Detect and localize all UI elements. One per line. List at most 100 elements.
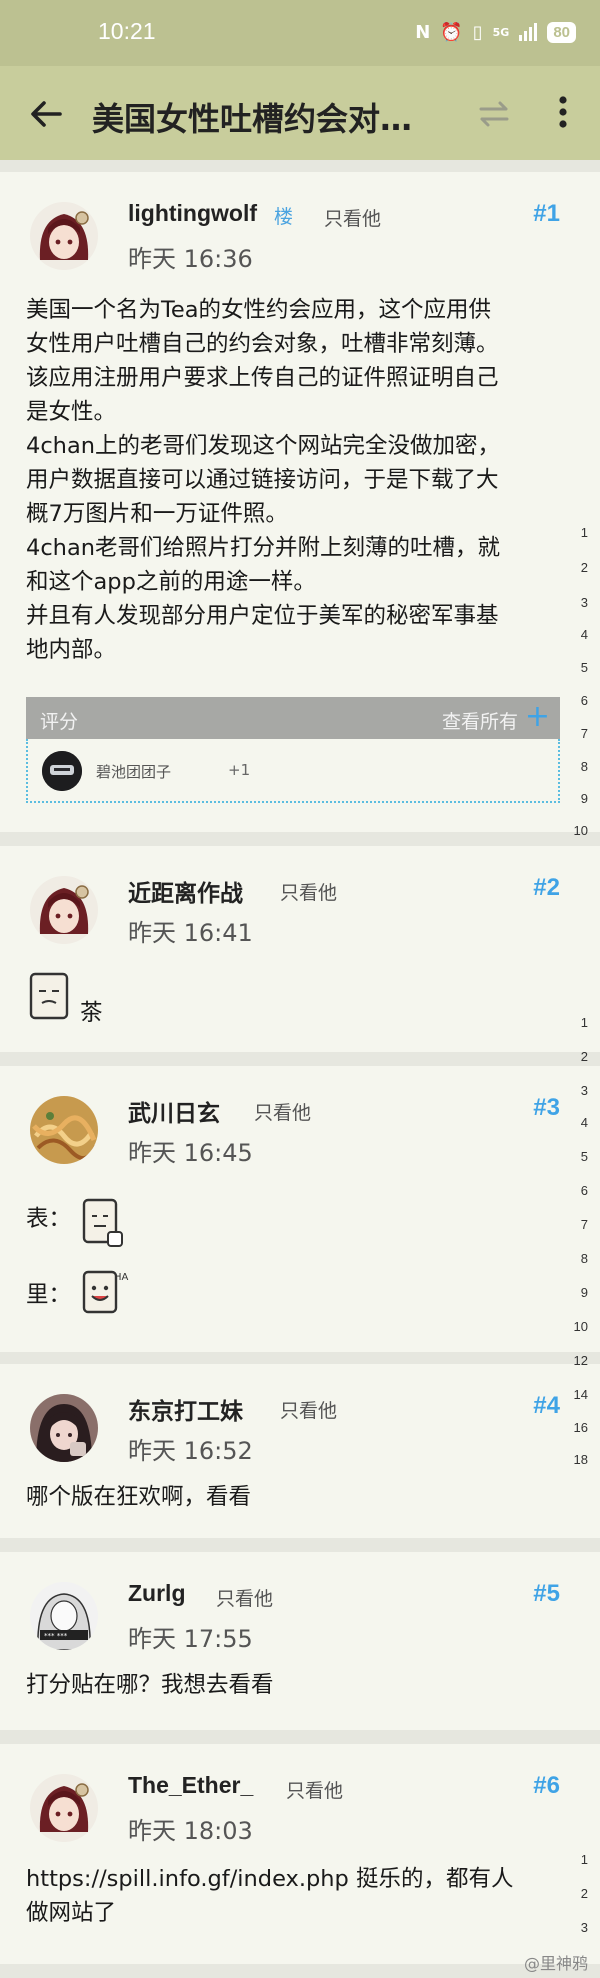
user-avatar-icon [30,876,98,944]
rater-name[interactable]: 碧池团团子 [96,761,171,782]
only-him-button[interactable]: 只看他 [286,1776,343,1803]
side-number: 10 [573,823,588,838]
floor-number: #5 [533,1580,560,1607]
username[interactable]: Zurlg [128,1580,186,1607]
post-time: 昨天 18:03 [128,1817,253,1845]
status-icons: N ⏰ ▯ 5G 80 [415,18,576,46]
avatar[interactable] [30,1394,98,1462]
back-arrow-icon [31,101,62,127]
user-avatar-icon [30,1774,98,1842]
side-number: 14 [573,1387,588,1402]
avatar[interactable] [30,1774,98,1842]
side-number: 18 [573,1452,588,1467]
side-number: 2 [580,560,588,575]
username[interactable]: 近距离作战 [128,874,243,908]
side-number: 3 [580,595,588,610]
surface-label: 表： [26,1206,72,1232]
swap-button[interactable] [476,96,512,132]
side-number: 6 [580,1183,588,1198]
more-vertical-icon [559,96,567,128]
svg-text:*** ***: *** *** [44,1632,68,1640]
side-line-numbers: 1 2 3 [568,1852,588,1952]
user-avatar-icon [30,1394,98,1462]
side-number: 12 [573,1353,588,1368]
only-him-button[interactable]: 只看他 [280,878,337,905]
floor-number: #6 [533,1772,560,1799]
username[interactable]: 武川日玄 [128,1094,220,1128]
post-content: 美国一个名为Tea的女性约会应用，这个应用供 女性用户吐槽自己的约会对象，吐槽非… [26,293,500,667]
swap-icon [479,101,509,127]
content-line: 4chan上的老哥们发现这个网站完全没做加密， [26,433,500,459]
username[interactable]: lightingwolf [128,200,257,227]
floor-number: #4 [533,1392,560,1419]
only-him-button[interactable]: 只看他 [324,204,381,231]
content-line: 是女性。 [26,399,117,425]
side-number: 10 [573,1319,588,1334]
avatar[interactable] [30,202,98,270]
content-line: 地内部。 [26,637,117,663]
avatar[interactable] [30,876,98,944]
post-time: 昨天 16:41 [128,919,253,947]
content-line: 和这个app之前的用途一样。 [26,569,316,595]
only-him-button[interactable]: 只看他 [280,1396,337,1423]
content-line: https://spill.info.gf/index.php 挺乐的，都有人 [26,1866,514,1892]
content-line: 美国一个名为Tea的女性约会应用，这个应用供 [26,297,492,323]
avatar[interactable]: *** *** [30,1582,98,1650]
page-title: 美国女性吐槽约会对… [92,100,413,138]
content-line: 用户数据直接可以通过链接访问，于是下载了大 [26,467,499,493]
side-number: 5 [580,660,588,675]
post-6: The_Ether_ 只看他 昨天 18:03 #6 https://spill… [0,1744,600,1964]
side-number: 6 [580,693,588,708]
battery-icon: 80 [547,21,576,43]
side-number: 4 [580,1115,588,1130]
side-number: 8 [580,1251,588,1266]
post-time: 昨天 16:52 [128,1437,253,1465]
post-3: 武川日玄 只看他 昨天 16:45 #3 表： 里： HA [0,1066,600,1352]
sticker-face-icon [80,1196,126,1256]
floor-number: #3 [533,1094,560,1121]
ratings-label: 评分 [40,711,79,733]
side-number: 2 [580,1886,588,1901]
post-4: 东京打工妹 只看他 昨天 16:52 #4 哪个版在狂欢啊，看看 [0,1364,600,1538]
alarm-icon: ⏰ [440,21,463,43]
content-line: 做网站了 [26,1900,117,1926]
only-him-button[interactable]: 只看他 [216,1584,273,1611]
side-line-numbers: 1 2 3 4 5 6 7 8 9 10 [568,525,588,840]
post-content: 哪个版在狂欢啊，看看 [26,1484,252,1510]
content-line: 4chan老哥们给照片打分并附上刻薄的吐槽，就 [26,535,500,561]
vibrate-icon: ▯ [472,21,483,43]
post-content: 打分贴在哪？我想去看看 [26,1672,274,1698]
status-bar: 10:21 N ⏰ ▯ 5G 80 [0,0,600,66]
avatar[interactable] [30,1096,98,1164]
side-number: 1 [580,525,588,540]
side-number: 3 [580,1920,588,1935]
username[interactable]: 东京打工妹 [128,1392,243,1426]
content-line: 该应用注册用户要求上传自己的证件照证明自己 [26,365,499,391]
username[interactable]: The_Ether_ [128,1772,253,1799]
content-line: 女性用户吐槽自己的约会对象，吐槽非常刻薄。 [26,331,499,357]
network-label: 5G [492,25,510,39]
side-line-numbers: 1 2 3 4 5 6 7 8 9 10 12 14 16 18 [568,1015,588,1467]
side-number: 8 [580,759,588,774]
post-time: 昨天 16:36 [128,245,253,273]
manga-avatar-icon: *** *** [30,1582,98,1650]
rating-score: +1 [228,761,251,779]
side-number: 1 [580,1015,588,1030]
add-rating-icon[interactable]: + [525,699,550,734]
side-number: 1 [580,1852,588,1867]
post-time: 昨天 17:55 [128,1625,253,1653]
inside-label: 里： [26,1282,72,1308]
side-number: 7 [580,1217,588,1232]
side-number: 2 [580,1049,588,1064]
only-him-button[interactable]: 只看他 [254,1098,311,1125]
sticker-face-icon [28,971,72,1027]
rater-avatar[interactable] [42,751,82,791]
side-number: 3 [580,1083,588,1098]
side-number: 7 [580,726,588,741]
view-all-ratings-link[interactable]: 查看所有 [442,707,518,734]
content-line: 概7万图片和一万证件照。 [26,501,288,527]
content-line: 并且有人发现部分用户定位于美军的秘密军事基 [26,603,499,629]
back-button[interactable] [26,94,66,134]
more-menu-button[interactable] [548,92,578,132]
post-time: 昨天 16:45 [128,1139,253,1167]
